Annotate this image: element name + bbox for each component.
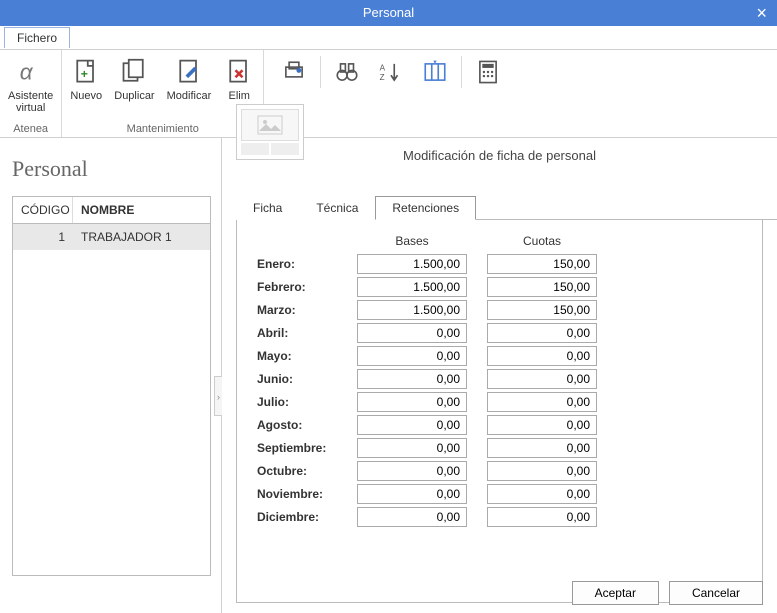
month-label: Septiembre: <box>257 441 357 455</box>
month-row: Octubre: <box>257 461 742 481</box>
tab-tecnica[interactable]: Técnica <box>299 196 375 220</box>
month-label: Enero: <box>257 257 357 271</box>
duplicar-button[interactable]: Duplicar <box>108 52 160 106</box>
month-row: Abril: <box>257 323 742 343</box>
bases-input[interactable] <box>357 507 467 527</box>
table-row[interactable]: 1 TRABAJADOR 1 <box>13 224 210 250</box>
alpha-icon: α <box>15 56 47 88</box>
svg-text:α: α <box>19 60 33 85</box>
month-label: Mayo: <box>257 349 357 363</box>
bases-input[interactable] <box>357 369 467 389</box>
delete-icon <box>223 56 255 88</box>
month-row: Noviembre: <box>257 484 742 504</box>
month-row: Junio: <box>257 369 742 389</box>
form-title: Modificación de ficha de personal <box>222 148 777 163</box>
cuotas-input[interactable] <box>487 346 597 366</box>
svg-text:A: A <box>380 63 386 72</box>
cuotas-input[interactable] <box>487 438 597 458</box>
bases-input[interactable] <box>357 254 467 274</box>
cuotas-input[interactable] <box>487 392 597 412</box>
month-label: Octubre: <box>257 464 357 478</box>
assistant-button[interactable]: α Asistente virtual <box>2 52 59 118</box>
bases-input[interactable] <box>357 346 467 366</box>
tabs: Ficha Técnica Retenciones <box>236 195 777 220</box>
ribbon-group-atenea: Atenea <box>13 123 48 137</box>
left-panel: Personal CÓDIGO NOMBRE 1 TRABAJADOR 1 › <box>0 138 222 613</box>
accept-button[interactable]: Aceptar <box>572 581 659 605</box>
cuotas-input[interactable] <box>487 461 597 481</box>
bases-input[interactable] <box>357 461 467 481</box>
title-bar: Personal × <box>0 0 777 26</box>
cuotas-input[interactable] <box>487 507 597 527</box>
retenciones-panel: Bases Cuotas Enero: Febrero: Marzo: Abril: M… <box>236 220 763 603</box>
eliminar-button[interactable]: Elim <box>217 52 261 106</box>
new-doc-icon: + <box>70 56 102 88</box>
month-row: Mayo: <box>257 346 742 366</box>
binoculars-icon[interactable] <box>331 56 363 88</box>
edit-icon <box>173 56 205 88</box>
bases-input[interactable] <box>357 415 467 435</box>
lines-icon <box>241 143 299 155</box>
modificar-button[interactable]: Modificar <box>161 52 218 106</box>
cuotas-input[interactable] <box>487 300 597 320</box>
month-row: Diciembre: <box>257 507 742 527</box>
cancel-button[interactable]: Cancelar <box>669 581 763 605</box>
personal-grid[interactable]: CÓDIGO NOMBRE 1 TRABAJADOR 1 <box>12 196 211 576</box>
month-row: Enero: <box>257 254 742 274</box>
cuotas-input[interactable] <box>487 415 597 435</box>
cuotas-input[interactable] <box>487 484 597 504</box>
cuotas-input[interactable] <box>487 277 597 297</box>
cuotas-input[interactable] <box>487 254 597 274</box>
close-icon[interactable]: × <box>756 0 767 26</box>
month-label: Agosto: <box>257 418 357 432</box>
bases-input[interactable] <box>357 438 467 458</box>
bases-input[interactable] <box>357 277 467 297</box>
month-label: Junio: <box>257 372 357 386</box>
sort-icon[interactable]: AZ <box>375 56 407 88</box>
menu-tabs: Fichero <box>0 26 777 50</box>
col-cuotas: Cuotas <box>487 234 597 248</box>
nuevo-button[interactable]: + Nuevo <box>64 52 108 106</box>
bases-input[interactable] <box>357 392 467 412</box>
svg-text:Z: Z <box>380 73 385 82</box>
ribbon: α Asistente virtual Atenea + Nuevo Dupli… <box>0 50 777 138</box>
month-row: Julio: <box>257 392 742 412</box>
tab-ficha[interactable]: Ficha <box>236 196 299 220</box>
cuotas-input[interactable] <box>487 323 597 343</box>
bases-input[interactable] <box>357 300 467 320</box>
col-codigo[interactable]: CÓDIGO <box>13 197 73 223</box>
svg-text:+: + <box>81 67 88 81</box>
month-row: Febrero: <box>257 277 742 297</box>
menu-tab-fichero[interactable]: Fichero <box>4 27 70 48</box>
month-row: Agosto: <box>257 415 742 435</box>
month-label: Abril: <box>257 326 357 340</box>
expand-handle[interactable]: › <box>214 376 222 416</box>
print-icon[interactable] <box>278 56 310 88</box>
bases-input[interactable] <box>357 323 467 343</box>
month-label: Julio: <box>257 395 357 409</box>
calculator-icon[interactable] <box>472 56 504 88</box>
tab-retenciones[interactable]: Retenciones <box>375 196 476 220</box>
month-label: Noviembre: <box>257 487 357 501</box>
ribbon-group-mantenimiento: Mantenimiento <box>127 123 199 137</box>
col-bases: Bases <box>357 234 467 248</box>
month-row: Marzo: <box>257 300 742 320</box>
page-title: Personal <box>12 156 211 182</box>
right-panel: Modificación de ficha de personal Ficha … <box>222 138 777 613</box>
preview-box <box>236 104 304 160</box>
window-title: Personal <box>363 5 414 20</box>
month-row: Septiembre: <box>257 438 742 458</box>
cuotas-input[interactable] <box>487 369 597 389</box>
bases-input[interactable] <box>357 484 467 504</box>
month-label: Marzo: <box>257 303 357 317</box>
col-nombre[interactable]: NOMBRE <box>73 197 210 223</box>
duplicate-icon <box>118 56 150 88</box>
columns-icon[interactable] <box>419 56 451 88</box>
month-label: Febrero: <box>257 280 357 294</box>
grid-header: CÓDIGO NOMBRE <box>13 197 210 224</box>
image-placeholder-icon <box>241 109 299 141</box>
month-label: Diciembre: <box>257 510 357 524</box>
